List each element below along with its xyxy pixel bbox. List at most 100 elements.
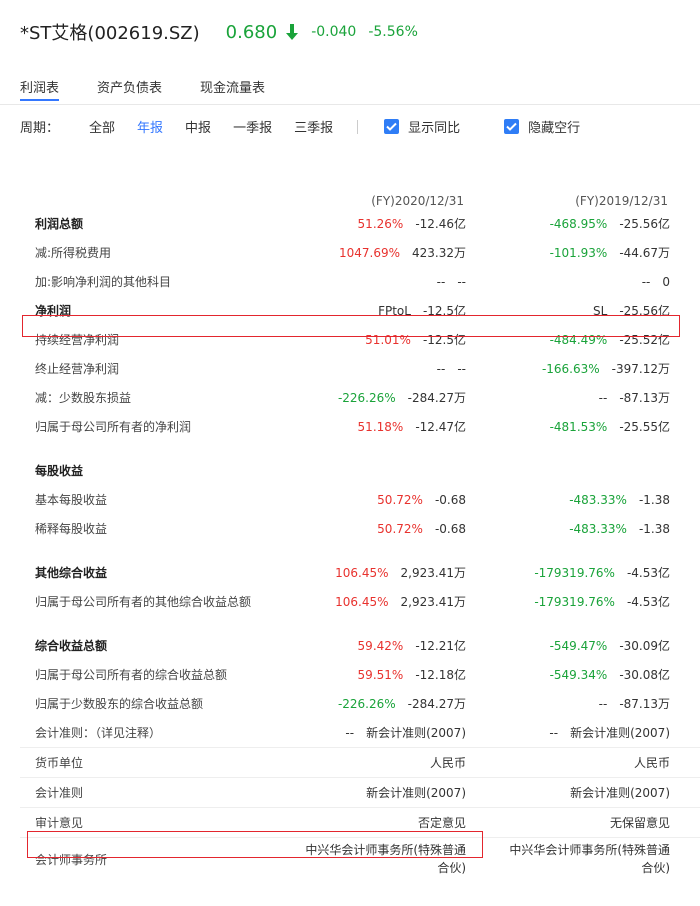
tab-cash-flow[interactable]: 现金流量表	[200, 77, 265, 99]
amount: -4.53亿	[626, 566, 670, 580]
checkmark-icon	[504, 119, 520, 134]
value-cell: -- -87.13万	[466, 383, 670, 412]
row-padding	[670, 689, 700, 718]
highlight-net-profit	[22, 315, 680, 337]
amount: --	[457, 274, 466, 289]
amount: 中兴华会计师事务所(特殊普通合伙)	[509, 843, 670, 875]
hide-empty-rows-checkbox[interactable]: 隐藏空行	[504, 117, 580, 136]
value-cell: -- --	[264, 354, 466, 383]
row-label: 归属于母公司所有者的净利润	[35, 420, 192, 434]
highlight-audit-opinion	[27, 831, 483, 858]
amount: 否定意见	[417, 816, 466, 830]
yoy-percent: 59.51%	[357, 668, 404, 682]
amount: -25.56亿	[619, 217, 670, 231]
price-change: -0.040	[311, 24, 357, 40]
amount: -12.18亿	[415, 668, 466, 682]
yoy-percent: -481.53%	[549, 420, 608, 434]
period-option-q1[interactable]: 一季报	[233, 117, 272, 136]
table-row: 归属于少数股东的综合收益总额 -226.26% -284.27万 -- -87.13万	[20, 689, 700, 718]
row-label: 减：少数股东损益	[35, 391, 132, 405]
amount: -397.12万	[611, 362, 670, 376]
yoy-percent: 59.42%	[357, 639, 404, 653]
tab-balance-sheet[interactable]: 资产负债表	[97, 77, 162, 99]
yoy-percent: 106.45%	[335, 595, 389, 609]
table-row: 基本每股收益 50.72% -0.68 -483.33% -1.38	[20, 485, 700, 514]
period-option-interim[interactable]: 中报	[185, 117, 211, 136]
value-cell: 1047.69% 423.32万	[264, 238, 466, 267]
yoy-percent: --	[436, 361, 446, 376]
table-row: 利润总额 51.26% -12.46亿 -468.95% -25.56亿	[20, 209, 700, 238]
table-row: 会计准则 新会计准则(2007) 新会计准则(2007)	[20, 777, 700, 808]
value-cell: -468.95% -25.56亿	[466, 209, 670, 238]
row-padding	[670, 238, 700, 267]
period-option-annual[interactable]: 年报	[137, 117, 163, 136]
period-option-all[interactable]: 全部	[89, 117, 115, 136]
row-label: 其他综合收益	[35, 566, 108, 580]
amount: --	[457, 361, 466, 376]
amount: 2,923.41万	[400, 566, 466, 580]
show-yoy-checkbox[interactable]: 显示同比	[384, 117, 460, 136]
value-cell: -179319.76% -4.53亿	[466, 587, 670, 616]
value-cell: -549.47% -30.09亿	[466, 631, 670, 660]
amount: -1.38	[638, 521, 670, 536]
amount: 新会计准则(2007)	[570, 786, 670, 800]
amount: -284.27万	[407, 697, 466, 711]
amount: -0.68	[434, 492, 466, 507]
row-padding	[670, 412, 700, 441]
row-label: 稀释每股收益	[35, 522, 108, 536]
stock-header: *ST艾格(002619.SZ) 0.680 -0.040 -5.56%	[20, 20, 418, 45]
period-filter: 周期： 全部 年报 中报 一季报 三季报 显示同比 隐藏空行	[20, 117, 624, 136]
statement-tabs: 利润表 资产负债表 现金流量表	[20, 77, 303, 101]
row-padding	[670, 267, 700, 296]
amount: 人民币	[429, 756, 466, 770]
amount: -4.53亿	[626, 595, 670, 609]
row-padding	[670, 747, 700, 778]
value-cell: 中兴华会计师事务所(特殊普通合伙)	[466, 837, 670, 880]
yoy-percent: 51.18%	[357, 420, 404, 434]
tab-income-statement[interactable]: 利润表	[20, 77, 60, 101]
yoy-percent: 106.45%	[335, 566, 389, 580]
amount: 人民币	[633, 756, 670, 770]
row-padding	[670, 383, 700, 412]
period-option-q3[interactable]: 三季报	[294, 117, 333, 136]
table-row: 每股收益	[20, 456, 700, 485]
value-cell: 无保留意见	[466, 807, 670, 838]
amount: -284.27万	[407, 391, 466, 405]
amount: 2,923.41万	[400, 595, 466, 609]
section-gap	[20, 441, 700, 456]
show-yoy-label: 显示同比	[408, 121, 461, 136]
yoy-percent: -468.95%	[549, 217, 608, 231]
table-row: 其他综合收益 106.45% 2,923.41万 -179319.76% -4.53亿	[20, 558, 700, 587]
period-label: 周期：	[20, 121, 60, 136]
row-label: 会计准则	[20, 777, 264, 808]
value-cell: -- 新会计准则(2007)	[264, 718, 466, 748]
yoy-percent: -166.63%	[541, 362, 600, 376]
value-cell: -- 新会计准则(2007)	[466, 718, 670, 748]
row-label: 货币单位	[20, 747, 264, 778]
income-statement-table: 利润总额 51.26% -12.46亿 -468.95% -25.56亿 减:所得税费用 1…	[20, 209, 700, 880]
amount: -0.68	[434, 521, 466, 536]
yoy-percent: --	[436, 274, 446, 289]
yoy-percent: -226.26%	[337, 697, 396, 711]
table-row: 终止经营净利润 -- -- -166.63% -397.12万	[20, 354, 700, 383]
value-cell: 人民币	[466, 747, 670, 778]
amount: 新会计准则(2007)	[570, 726, 670, 740]
value-cell: -481.53% -25.55亿	[466, 412, 670, 441]
row-label: 归属于母公司所有者的其他综合收益总额	[35, 595, 252, 609]
row-label: 加:影响净利润的其他科目	[35, 275, 172, 289]
yoy-percent: -549.47%	[549, 639, 608, 653]
value-cell: 新会计准则(2007)	[264, 777, 466, 808]
value-cell: -226.26% -284.27万	[264, 689, 466, 718]
row-padding	[670, 587, 700, 616]
yoy-percent: -101.93%	[549, 246, 608, 260]
table-row: 稀释每股收益 50.72% -0.68 -483.33% -1.38	[20, 514, 700, 543]
amount: -12.21亿	[415, 639, 466, 653]
row-padding	[670, 631, 700, 660]
amount: -12.46亿	[415, 217, 466, 231]
yoy-percent: --	[549, 726, 559, 740]
value-cell: -179319.76% -4.53亿	[466, 558, 670, 587]
amount: -12.47亿	[415, 420, 466, 434]
stock-price: 0.680	[225, 21, 278, 43]
row-padding	[670, 837, 700, 880]
row-label: 减:所得税费用	[35, 246, 112, 260]
